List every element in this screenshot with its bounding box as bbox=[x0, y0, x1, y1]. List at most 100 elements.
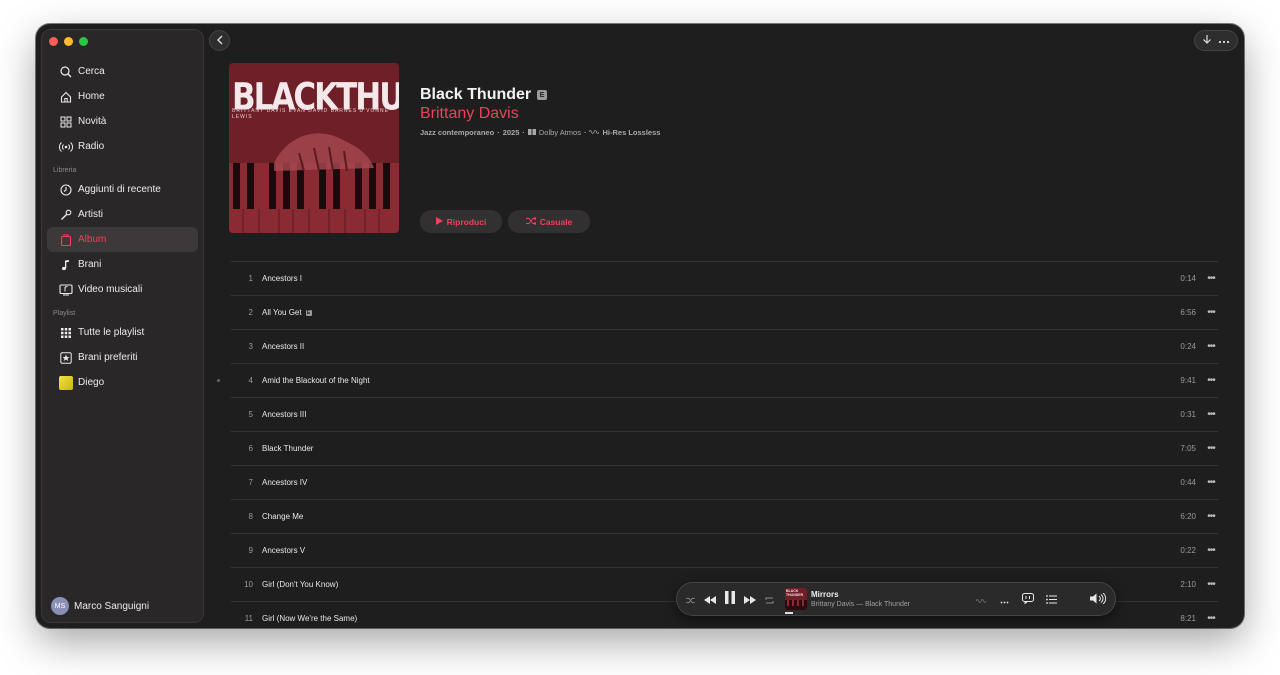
track-more-icon[interactable]: ••• bbox=[1204, 375, 1218, 386]
playback-progress[interactable] bbox=[785, 612, 793, 614]
sidebar-item-cerca[interactable]: Cerca bbox=[47, 59, 198, 84]
album-cover[interactable]: BLACKTHUNDER BRITTANY DAVIS EVAN DAVID B… bbox=[229, 63, 399, 233]
next-icon[interactable] bbox=[744, 591, 756, 609]
sidebar-item-aggiunti-di-recente[interactable]: Aggiunti di recente bbox=[47, 177, 198, 202]
shuffle-button[interactable]: Casuale bbox=[508, 210, 590, 233]
dolby-icon bbox=[527, 128, 536, 137]
track-duration: 8:21 bbox=[1180, 614, 1196, 623]
lossless-icon bbox=[589, 128, 600, 137]
play-label: Riproduci bbox=[446, 216, 487, 227]
sidebar-item-tutte-le-playlist[interactable]: Tutte le playlist bbox=[47, 320, 198, 345]
track-more-icon[interactable]: ••• bbox=[1204, 579, 1218, 590]
track-row[interactable]: 4 Amid the Blackout of the Night 9:41 ••• bbox=[217, 363, 1218, 397]
main-content: BLACKTHUNDER BRITTANY DAVIS EVAN DAVID B… bbox=[208, 24, 1244, 628]
play-button[interactable]: Riproduci bbox=[420, 210, 502, 233]
track-more-icon[interactable]: ••• bbox=[1204, 613, 1218, 624]
sidebar-item-novita[interactable]: Novità bbox=[47, 109, 198, 134]
now-playing-cover-text: BLACK THUNDER bbox=[786, 589, 804, 597]
play-icon bbox=[435, 216, 443, 227]
track-title-text: Ancestors I bbox=[262, 274, 303, 283]
playlist-grid-icon bbox=[59, 326, 73, 340]
track-row[interactable]: 7 Ancestors IV 0:44 ••• bbox=[231, 465, 1218, 499]
track-number: 4 bbox=[248, 376, 253, 385]
close-window-button[interactable] bbox=[49, 37, 58, 46]
volume-control[interactable] bbox=[1090, 583, 1107, 617]
track-row[interactable]: 9 Ancestors V 0:22 ••• bbox=[231, 533, 1218, 567]
track-more-icon[interactable]: ••• bbox=[1204, 341, 1218, 352]
track-duration: 2:10 bbox=[1180, 580, 1196, 589]
queue-list-icon[interactable] bbox=[1046, 591, 1057, 609]
cover-subtitle: BRITTANY DAVIS EVAN DAVID BARNES D'VONNE… bbox=[232, 108, 389, 120]
track-more-icon[interactable]: ••• bbox=[1204, 307, 1218, 318]
player-extras bbox=[975, 583, 1057, 617]
microphone-icon bbox=[59, 208, 73, 222]
track-more-icon[interactable]: ••• bbox=[1204, 409, 1218, 420]
sidebar-item-brani[interactable]: Brani bbox=[47, 252, 198, 277]
sidebar-item-radio[interactable]: Radio bbox=[47, 134, 198, 159]
track-number: 1 bbox=[248, 274, 253, 283]
track-title-text: Girl (Don't You Know) bbox=[262, 580, 339, 589]
meta-separator: · bbox=[497, 128, 500, 137]
sidebar-item-label: Aggiunti di recente bbox=[78, 184, 161, 195]
sidebar-item-home[interactable]: Home bbox=[47, 84, 198, 109]
track-title-text: Ancestors V bbox=[262, 546, 306, 555]
minimize-window-button[interactable] bbox=[64, 37, 73, 46]
track-row[interactable]: 6 Black Thunder 7:05 ••• bbox=[231, 431, 1218, 465]
track-title: Ancestors III bbox=[262, 410, 1156, 419]
track-duration: 6:56 bbox=[1180, 308, 1196, 317]
lossless-icon bbox=[975, 591, 987, 609]
chevron-left-icon bbox=[216, 32, 224, 50]
sidebar-item-diego[interactable]: Diego bbox=[47, 370, 198, 395]
download-icon[interactable] bbox=[1202, 34, 1212, 48]
sidebar-item-video-musicali[interactable]: Video musicali bbox=[47, 277, 198, 302]
track-title: Ancestors I bbox=[262, 274, 1156, 283]
back-button[interactable] bbox=[209, 30, 230, 51]
track-duration: 7:05 bbox=[1180, 444, 1196, 453]
track-duration: 0:22 bbox=[1180, 546, 1196, 555]
sidebar-item-artisti[interactable]: Artisti bbox=[47, 202, 198, 227]
video-icon bbox=[59, 283, 73, 297]
album-artist-link[interactable]: Brittany Davis bbox=[420, 105, 519, 123]
more-options-icon[interactable] bbox=[1218, 35, 1230, 47]
album-title-row: Black Thunder E bbox=[420, 86, 548, 104]
track-more-icon[interactable]: ••• bbox=[1204, 511, 1218, 522]
track-more-icon[interactable]: ••• bbox=[1204, 545, 1218, 556]
track-title-text: All You Get bbox=[262, 308, 302, 317]
track-title-text: Ancestors II bbox=[262, 342, 305, 351]
track-row[interactable]: 1 Ancestors I 0:14 ••• bbox=[231, 261, 1218, 295]
track-row[interactable]: 8 Change Me 6:20 ••• bbox=[231, 499, 1218, 533]
track-number: 7 bbox=[248, 478, 253, 487]
track-number: 3 bbox=[248, 342, 253, 351]
track-duration: 6:20 bbox=[1180, 512, 1196, 521]
album-title: Black Thunder bbox=[420, 86, 532, 103]
shuffle-icon[interactable] bbox=[686, 591, 695, 609]
track-row[interactable]: 3 Ancestors II 0:24 ••• bbox=[231, 329, 1218, 363]
profile-name: Marco Sanguigni bbox=[74, 600, 150, 612]
search-icon bbox=[59, 65, 73, 79]
track-number: 10 bbox=[244, 580, 253, 589]
track-more-icon[interactable]: ••• bbox=[1204, 273, 1218, 284]
sidebar-item-label: Home bbox=[78, 91, 105, 102]
lyrics-icon[interactable] bbox=[1022, 591, 1034, 609]
album-icon bbox=[59, 233, 73, 247]
home-icon bbox=[59, 90, 73, 104]
sidebar-item-label: Novità bbox=[78, 116, 107, 127]
zoom-window-button[interactable] bbox=[79, 37, 88, 46]
more-options-icon[interactable] bbox=[999, 591, 1010, 609]
previous-icon[interactable] bbox=[704, 591, 716, 609]
track-more-icon[interactable]: ••• bbox=[1204, 477, 1218, 488]
sidebar-item-brani-preferiti[interactable]: Brani preferiti bbox=[47, 345, 198, 370]
now-playing-artwork[interactable]: BLACK THUNDER bbox=[785, 588, 807, 610]
album-meta: Jazz contemporaneo · 2025 · Dolby Atmos … bbox=[420, 128, 660, 137]
repeat-icon[interactable] bbox=[765, 591, 774, 609]
player-controls bbox=[686, 583, 774, 617]
pause-icon[interactable] bbox=[725, 591, 735, 609]
track-more-icon[interactable]: ••• bbox=[1204, 443, 1218, 454]
sidebar-item-album[interactable]: Album bbox=[47, 227, 198, 252]
track-row[interactable]: 5 Ancestors III 0:31 ••• bbox=[231, 397, 1218, 431]
now-playing-title: Mirrors bbox=[811, 590, 839, 599]
meta-separator: · bbox=[522, 128, 525, 137]
track-row[interactable]: 2 All You Get E 6:56 ••• bbox=[231, 295, 1218, 329]
speaker-icon[interactable] bbox=[1090, 591, 1107, 609]
user-profile[interactable]: MS Marco Sanguigni bbox=[51, 597, 149, 615]
